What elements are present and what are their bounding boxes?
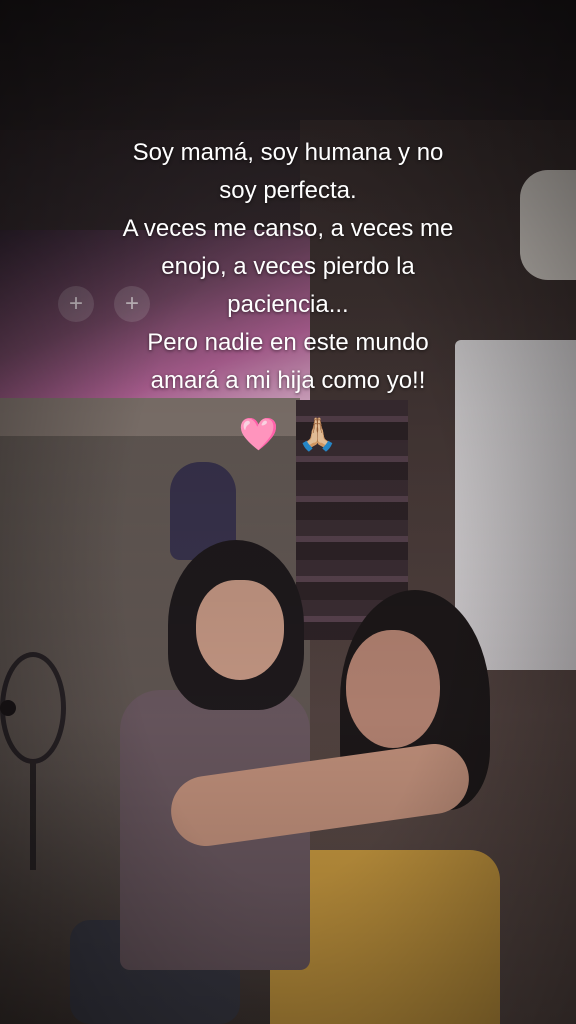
caption-line: Soy mamá, soy humana y no	[132, 139, 444, 166]
caption-line: A veces me canso, a veces me	[122, 215, 454, 242]
pink-heart-icon: 🩷	[238, 415, 279, 453]
caption-line: amará a mi hija como yo!!	[150, 367, 426, 394]
caption-line: paciencia...	[227, 291, 349, 318]
emoji-row: 🩷 🙏🏼	[0, 412, 576, 456]
photo-background: + + Soy mamá, soy humana y no soy perfec…	[0, 0, 576, 1024]
folded-hands-icon: 🙏🏼	[297, 415, 338, 453]
caption-line: enojo, a veces pierdo la	[161, 253, 415, 280]
caption-line: soy perfecta.	[219, 177, 357, 204]
caption-text: Soy mamá, soy humana y no soy perfecta. …	[28, 134, 548, 400]
caption-line: Pero nadie en este mundo	[147, 329, 429, 356]
